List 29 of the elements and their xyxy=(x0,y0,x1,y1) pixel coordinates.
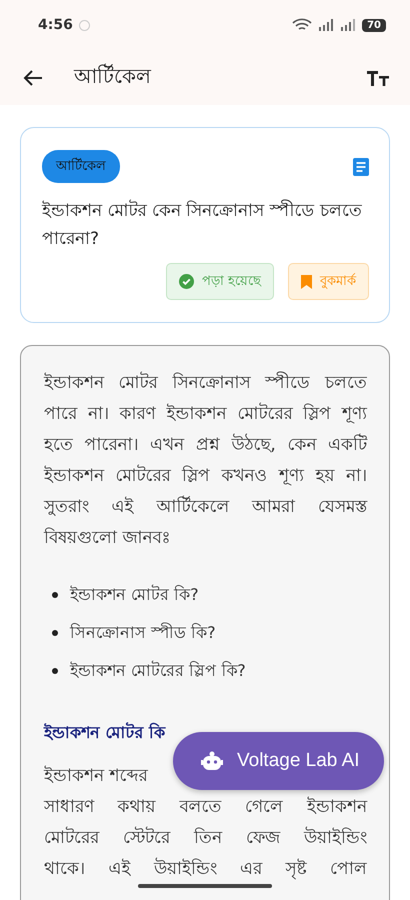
bullet-icon xyxy=(52,592,58,598)
list-item: ইন্ডাকশন মোটরের স্লিপ কি? xyxy=(70,660,246,682)
status-time: 4:56 xyxy=(38,17,73,33)
signal-icon xyxy=(318,19,334,31)
bullet-icon xyxy=(52,630,58,636)
paragraph-line: থাকে। এই উয়াইন্ডিং এর সৃষ্ট পোল xyxy=(44,856,367,882)
paragraph-line: মোটরের স্টেটরে তিন ফেজ উয়াইন্ডিং xyxy=(44,826,367,850)
paragraph-line: ইন্ডাকশন শব্দের xyxy=(44,764,148,788)
wifi-icon xyxy=(292,18,312,32)
category-tag: আর্টিকেল xyxy=(42,150,120,183)
list-item: সিনক্রোনাস স্পীড কি? xyxy=(70,622,216,644)
paragraph-line: সাধারণ কথায় বলতে গেলে ইন্ডাকশন xyxy=(44,796,367,819)
ai-assistant-button[interactable]: Voltage Lab AI xyxy=(173,732,384,790)
text-size-icon[interactable] xyxy=(366,68,390,86)
mark-read-button[interactable]: পড়া হয়েছে xyxy=(166,263,274,300)
robot-icon xyxy=(201,751,223,771)
check-circle-icon xyxy=(178,274,194,289)
notification-icon xyxy=(78,20,90,30)
intro-paragraph: ইন্ডাকশন মোটর সিনক্রোনাস স্পীডে চলতে পারে না। কারণ ইন্ডাকশন মোটরের স্লিপ শূণ্য হতে পারেনা। এখন প্রশ্ন উঠছে, কেন একটি ইন্ডাকশন মোটরের স্লিপ কখনও শূণ্য হয় না। সুতরাং এই আর্টিকেলে আমরা যেসমস্ত বিষয়গুলো জানবঃ xyxy=(44,370,367,550)
bullet-icon xyxy=(52,668,58,674)
battery-icon: 70 xyxy=(362,18,386,32)
document-icon xyxy=(353,158,369,176)
page-title: আর্টিকেল xyxy=(74,62,151,90)
list-item: ইন্ডাকশন মোটর কি? xyxy=(70,584,199,606)
article-title: ইন্ডাকশন মোটর কেন সিনক্রোনাস স্পীডে চলতে পারেনা? xyxy=(42,198,364,251)
signal-icon xyxy=(340,19,356,31)
bookmark-icon xyxy=(301,274,312,288)
bookmark-button[interactable]: বুকমার্ক xyxy=(288,263,369,300)
section-heading: ইন্ডাকশন মোটর কি xyxy=(44,721,167,744)
